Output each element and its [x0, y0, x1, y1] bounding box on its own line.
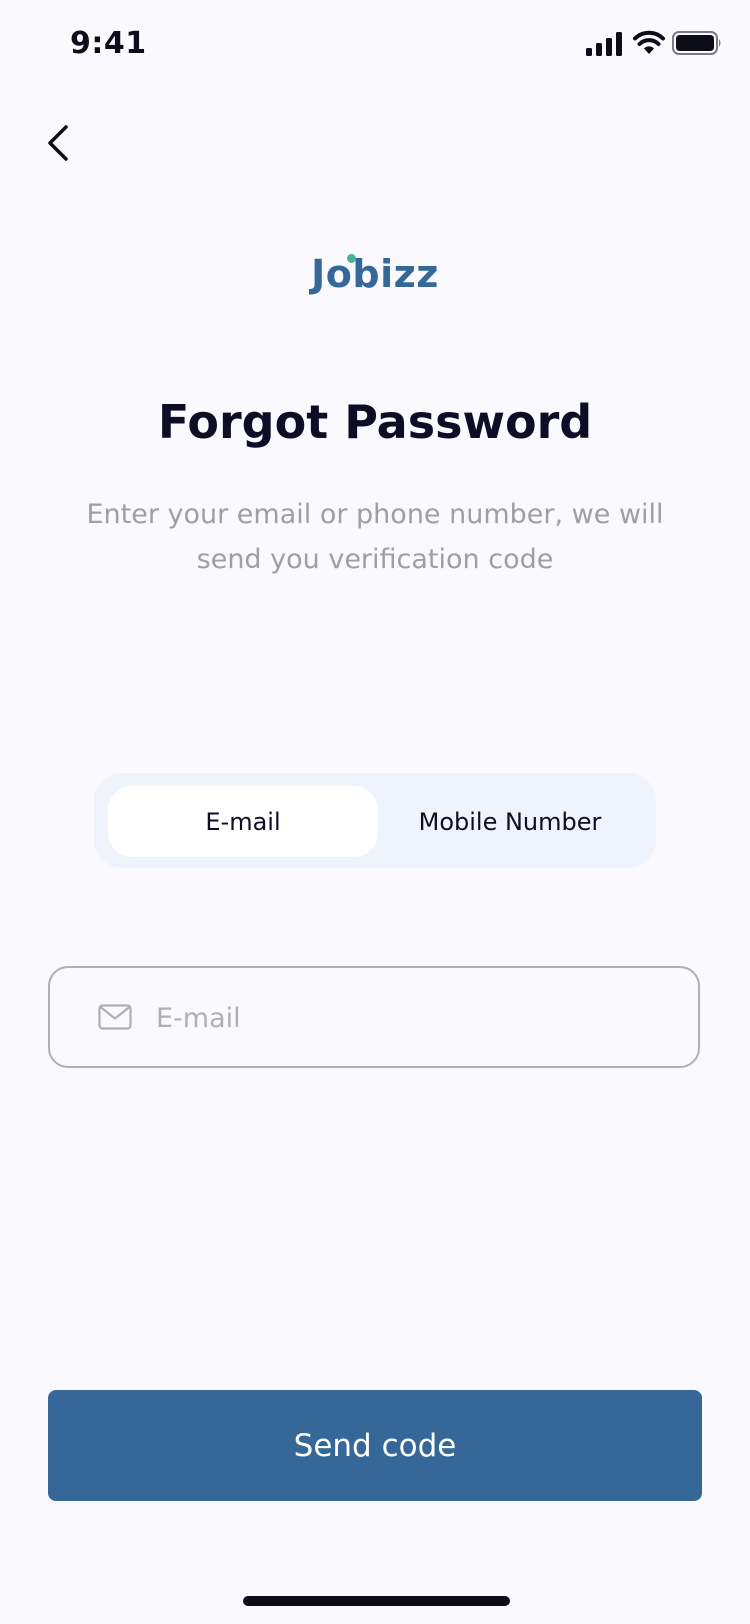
page-subtitle: Enter your email or phone number, we wil…	[86, 499, 664, 575]
tab-email[interactable]: E-mail	[108, 786, 378, 857]
wifi-icon	[633, 30, 665, 54]
battery-icon	[672, 31, 721, 55]
back-button[interactable]	[40, 118, 80, 168]
cellular-signal-icon	[586, 32, 622, 56]
email-field[interactable]	[156, 990, 656, 1046]
status-time: 9:41	[70, 26, 147, 61]
page-title: Forgot Password	[157, 395, 593, 449]
home-indicator	[243, 1596, 510, 1606]
app-logo: Jobizz	[0, 252, 750, 296]
mail-icon	[98, 1004, 132, 1030]
tab-mobile-number[interactable]: Mobile Number	[378, 786, 642, 857]
logo-text: Jobizz	[311, 252, 439, 296]
send-code-button[interactable]: Send code	[48, 1390, 702, 1501]
